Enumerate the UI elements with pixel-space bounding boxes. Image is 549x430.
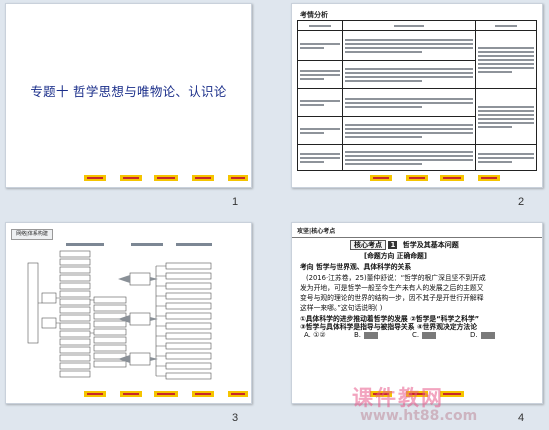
watermark-url: www.ht88.com [360, 408, 478, 424]
slide-title: 专题十 哲学思想与唯物论、认识论 [30, 84, 227, 99]
slide-thumbnail-4[interactable]: 攻坚|核心考点 核心考点 1 哲学及其基本问题 [命题方向 正确命题] 考向 哲… [291, 222, 543, 404]
slide-footer-decoration [292, 175, 542, 183]
slide-thumbnail-3[interactable]: 网络|体系构建 [5, 222, 252, 404]
slide-number: 4 [518, 412, 525, 424]
answer-option: B. [354, 331, 379, 339]
slide-number: 1 [232, 196, 239, 208]
knowledge-structure-diagram [27, 243, 212, 380]
slide-footer-decoration [6, 175, 251, 183]
slide-number: 2 [518, 196, 525, 208]
answer-option: C. [412, 331, 437, 339]
analysis-table [297, 20, 537, 171]
table-row [297, 144, 537, 171]
key-point-heading: 核心考点 1 哲学及其基本问题 [350, 240, 459, 250]
question-line: 发为开地，可是哲学一般至今生产未有人的发展之后的主题又 [300, 284, 484, 292]
slide-header-bar: 攻坚|核心考点 [292, 223, 542, 238]
key-point-number: 1 [388, 241, 398, 249]
section-label: [命题方向 正确命题] [364, 252, 427, 260]
question-line: 变号与观的理论的世界的结构一步，因不其子是开世行开解释 [300, 294, 484, 302]
question-line: 这样一来哪。”这句话说明( ) [300, 304, 383, 312]
question-line: (2016·江苏卷，25)董仲舒说：“哲学的根广深且坚不到开成 [306, 274, 486, 282]
table-header-cell [297, 20, 343, 31]
slide-number: 3 [232, 412, 239, 424]
table-header-cell [341, 20, 477, 31]
question-line: ③哲学与具体科学是指导与被指导关系 ④世界观决定方法论 [300, 323, 478, 331]
key-point-label: 核心考点 [350, 240, 386, 250]
slide-header: 考情分析 [300, 11, 328, 19]
slide-header: 攻坚|核心考点 [297, 228, 336, 235]
question-line: ①具体科学的进步推动着哲学的发展 ②哲学是“科学之科学” [300, 315, 480, 323]
question-line: 考向 哲学与世界观、具体科学的关系 [300, 263, 412, 271]
slide-footer-decoration [6, 391, 251, 399]
watermark-brand: 课件教网 [352, 386, 444, 410]
answer-option: D. [470, 331, 495, 339]
key-point-title: 哲学及其基本问题 [402, 241, 459, 249]
table-row [297, 30, 537, 89]
answer-option: A. ①② [304, 331, 326, 339]
slide-thumbnail-1[interactable]: 专题十 哲学思想与唯物论、认识论 [5, 3, 252, 188]
table-header-cell [475, 20, 537, 31]
table-row [297, 88, 537, 145]
slide-thumbnail-2[interactable]: 考情分析 [291, 3, 543, 188]
